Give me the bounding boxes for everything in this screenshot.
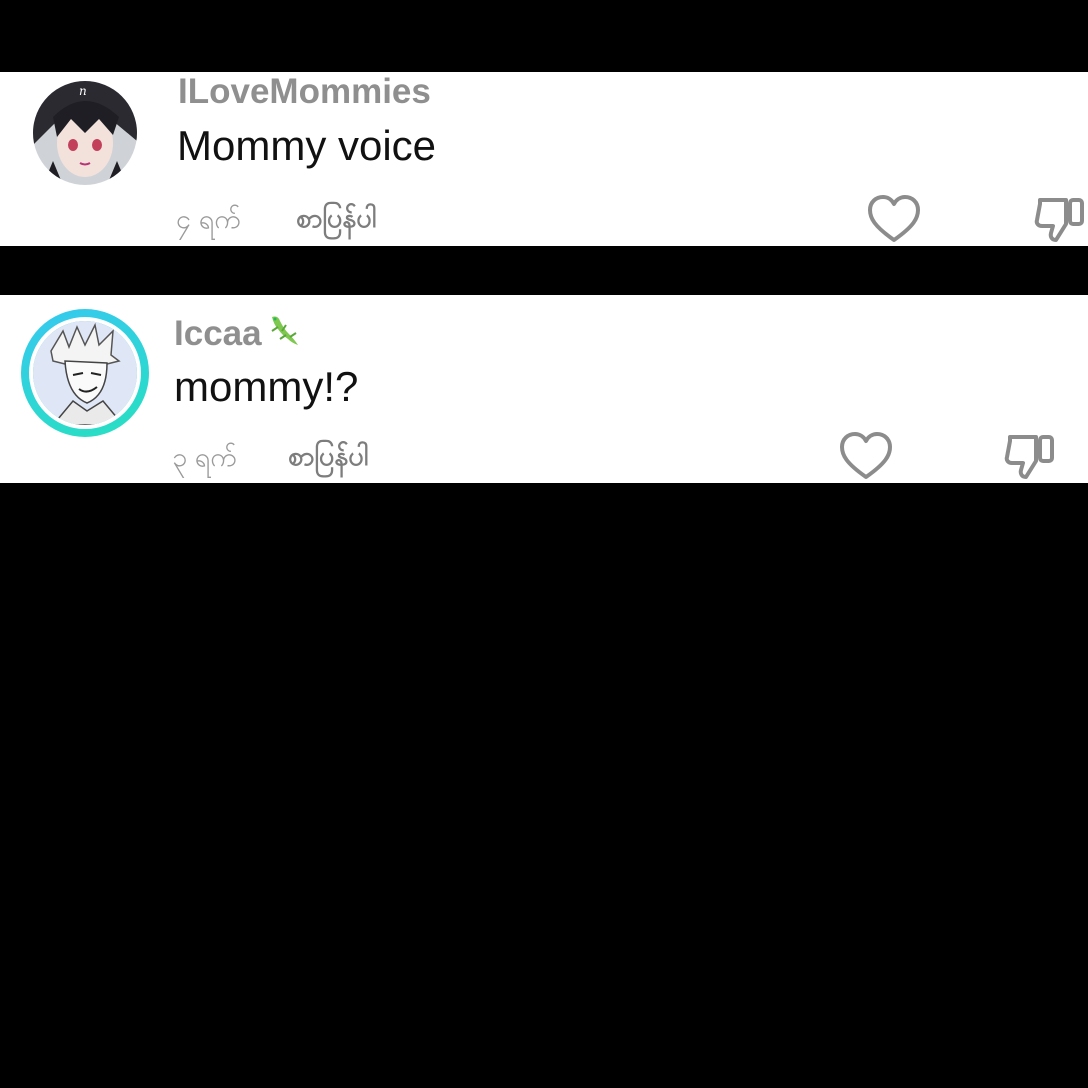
dislike-button[interactable] [1032,194,1088,246]
like-button[interactable] [866,194,922,246]
thumbs-down-icon [1034,198,1084,242]
reply-button[interactable]: စာပြန်ပါ [288,439,368,479]
comment-text: Mommy voice [177,122,437,169]
like-button[interactable] [838,431,894,483]
heart-icon [840,432,892,479]
anime-boy-avatar-icon [33,321,137,425]
dislike-button[interactable] [1002,431,1058,483]
comment-username[interactable]: Iccaa [174,313,302,358]
reply-button[interactable]: စာပြန်ပါ [296,201,376,241]
comment-time: ၃ ရက် [172,442,237,472]
anime-girl-avatar-icon: n [33,81,137,185]
user-avatar[interactable]: n [33,81,137,185]
comment-text: mommy!? [174,363,359,410]
comment-time: ၄ ရက် [176,204,241,234]
thumbs-down-icon [1004,435,1054,479]
comment-card: n ILoveMommies Mommy voice ၄ ရက် စာပြန်ပ… [0,72,1088,246]
avatar-story-ring[interactable] [21,309,149,437]
comment-username[interactable]: ILoveMommies [178,72,431,112]
comment-card: Iccaa mommy!? ၃ ရက် စာပြန်ပါ [0,295,1088,483]
username-text[interactable]: Iccaa [174,314,262,353]
heart-icon [868,195,920,242]
lizard-icon [266,313,302,358]
user-avatar[interactable] [29,317,141,429]
svg-text:n: n [79,84,87,98]
